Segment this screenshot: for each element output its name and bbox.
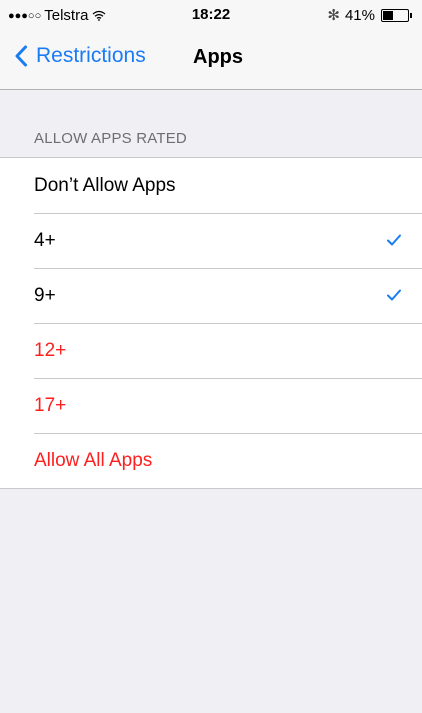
battery-percent: 41% (344, 6, 375, 24)
rating-option-row[interactable]: Allow All Apps (0, 433, 422, 488)
back-button[interactable]: Restrictions (14, 44, 146, 68)
checkmark-icon (387, 289, 401, 301)
battery-icon (381, 8, 412, 22)
rating-option-label: 17+ (34, 394, 67, 416)
section-header: ALLOW APPS RATED (34, 130, 187, 147)
chevron-left-icon (15, 45, 27, 67)
ratings-list: Don’t Allow Apps 4+ 9+ 12+ 17+ Allow All Apps (0, 157, 422, 489)
back-button-label: Restrictions (36, 44, 146, 67)
rating-option-label: 12+ (34, 339, 67, 361)
rating-option-label: 4+ (34, 229, 56, 251)
rating-option-row[interactable]: 4+ (0, 213, 422, 268)
rating-option-label: Don’t Allow Apps (34, 174, 176, 196)
rating-option-label: 9+ (34, 284, 56, 306)
page-title: Apps (193, 46, 243, 68)
navigation-bar: Restrictions Apps (0, 30, 422, 90)
status-right-group: ✻ 41% (327, 6, 412, 24)
checkmark-icon (387, 234, 401, 246)
rating-option-row[interactable]: 12+ (0, 323, 422, 378)
rating-option-row[interactable]: 9+ (0, 268, 422, 323)
bluetooth-icon: ✻ (327, 7, 340, 24)
status-bar: ●●●○○ Telstra 18:22 ✻ 41% (0, 0, 422, 30)
rating-option-label: Allow All Apps (34, 449, 153, 471)
rating-option-row[interactable]: 17+ (0, 378, 422, 433)
rating-option-row[interactable]: Don’t Allow Apps (0, 158, 422, 213)
